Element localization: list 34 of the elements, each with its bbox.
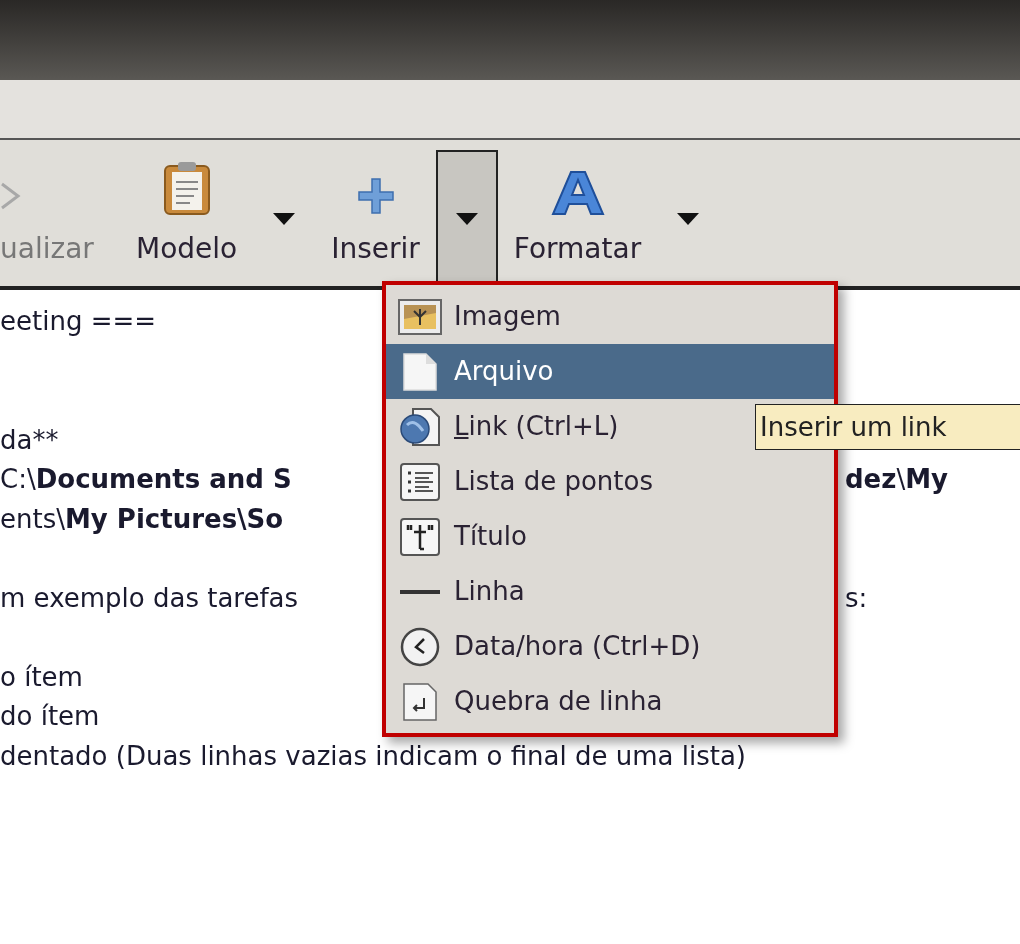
heading-icon [400,517,440,556]
line-break-icon [402,681,438,722]
toolbar-button[interactable]: Modelo [120,140,254,286]
globe-icon [399,406,441,447]
editor-text: m exemplo das tarefas [0,581,299,615]
tooltip: Inserir um link [755,404,1020,450]
editor-text: C:\Documents and S [0,463,292,496]
menu-item[interactable]: Arquivo [386,344,834,399]
clipboard-icon [161,160,212,216]
menu-item[interactable]: Título [386,509,834,564]
toolbar-button[interactable]: Formatar [497,140,658,286]
editor-text: da** [0,423,59,457]
caret-icon [677,213,700,225]
menu-item[interactable]: Quebra de linha [386,674,834,729]
plus-icon [355,176,396,216]
editor-text: s: [845,581,868,615]
menu-item[interactable]: Data/hora (Ctrl+D) [386,619,834,674]
editor-text: dez\My [845,463,948,496]
document-icon [402,351,438,392]
editor-text: do ítem [0,700,100,733]
font-icon [550,170,605,216]
editor-text: eeting === [0,305,156,338]
image-icon [398,298,442,335]
editor-text: o ítem [0,660,83,694]
toolbar-button[interactable]: Inserir [315,140,436,286]
caret-icon [455,213,478,225]
clock-icon [400,626,440,667]
list-icon [400,462,440,501]
caret-icon [273,213,296,225]
editor-text: dentado (Duas linhas vazias indicam o final de uma lista) [0,739,746,773]
menu-item[interactable]: Linha [386,564,834,619]
editor-text: ents\My Pictures\So [0,502,284,536]
menu-item[interactable]: Lista de pontos [386,454,834,509]
menu-item[interactable]: Imagem [386,289,834,344]
